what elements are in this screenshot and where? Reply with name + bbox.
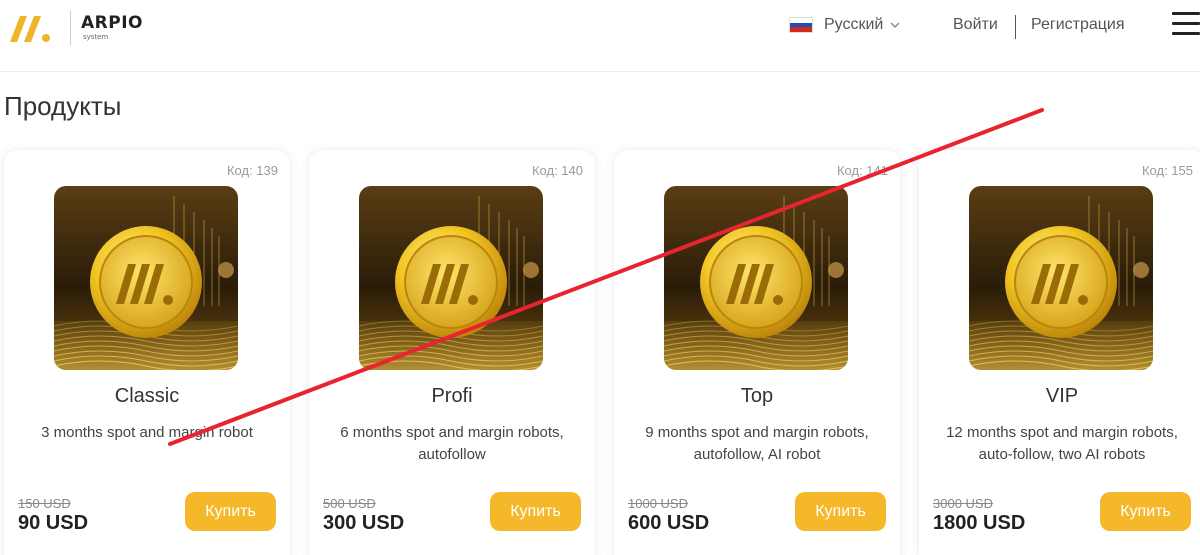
product-image-coin[interactable] xyxy=(54,186,238,370)
product-card: Код: 140 Profi 6 months spot and margin … xyxy=(309,150,595,555)
old-price: 150 USD xyxy=(18,496,71,511)
login-link[interactable]: Войти xyxy=(953,16,998,34)
brand-wordmark: ARPIO system xyxy=(81,15,143,41)
arpio-logo-icon xyxy=(10,16,50,42)
product-code: Код: 155 xyxy=(1141,163,1193,178)
product-name: Profi xyxy=(431,385,473,407)
product-description: 3 months spot and margin robot xyxy=(41,424,253,441)
old-price: 500 USD xyxy=(323,496,376,511)
buy-button[interactable]: Купить xyxy=(795,492,886,531)
product-name: Classic xyxy=(114,385,180,407)
current-price: 90 USD xyxy=(18,512,89,534)
nav-divider xyxy=(1015,15,1016,39)
brand-name: ARPIO xyxy=(81,13,143,33)
hamburger-menu-icon[interactable] xyxy=(1172,12,1200,40)
brand-logo[interactable]: ARPIO system xyxy=(2,6,143,50)
page-title: Продукты xyxy=(4,91,122,121)
buy-button[interactable]: Купить xyxy=(185,492,276,531)
product-card: Код: 139 Classic 3 months spot and margi… xyxy=(4,150,290,555)
product-card: Код: 155 VIP 12 months spot and margin r… xyxy=(919,150,1200,555)
product-image-coin[interactable] xyxy=(664,186,848,370)
buy-button[interactable]: Купить xyxy=(1100,492,1191,531)
language-label: Русский xyxy=(824,16,884,33)
current-price: 1800 USD xyxy=(933,512,1026,534)
buy-button[interactable]: Купить xyxy=(490,492,581,531)
language-selector[interactable]: Русский xyxy=(789,16,901,34)
product-name: Top xyxy=(740,385,774,407)
old-price: 1000 USD xyxy=(628,496,688,511)
product-code: Код: 141 xyxy=(836,163,888,178)
product-description: 6 months spot and margin robots, autofol… xyxy=(340,424,564,463)
product-code: Код: 139 xyxy=(226,163,278,178)
product-description: 12 months spot and margin robots, auto-f… xyxy=(946,424,1178,463)
product-description: 9 months spot and margin robots, autofol… xyxy=(645,424,869,463)
product-code: Код: 140 xyxy=(531,163,583,178)
top-navbar: ARPIO system Русский Войти Регистрация xyxy=(0,0,1200,72)
logo-divider xyxy=(70,10,71,46)
product-image-coin[interactable] xyxy=(359,186,543,370)
russia-flag-icon xyxy=(789,17,813,33)
brand-tagline: system xyxy=(83,33,109,41)
product-card: Код: 141 Top 9 months spot and margin ro… xyxy=(614,150,900,555)
product-image-coin[interactable] xyxy=(969,186,1153,370)
register-link[interactable]: Регистрация xyxy=(1031,16,1125,34)
chevron-down-icon xyxy=(890,22,900,28)
current-price: 600 USD xyxy=(628,512,710,534)
current-price: 300 USD xyxy=(323,512,405,534)
product-name: VIP xyxy=(1045,385,1079,407)
old-price: 3000 USD xyxy=(933,496,993,511)
